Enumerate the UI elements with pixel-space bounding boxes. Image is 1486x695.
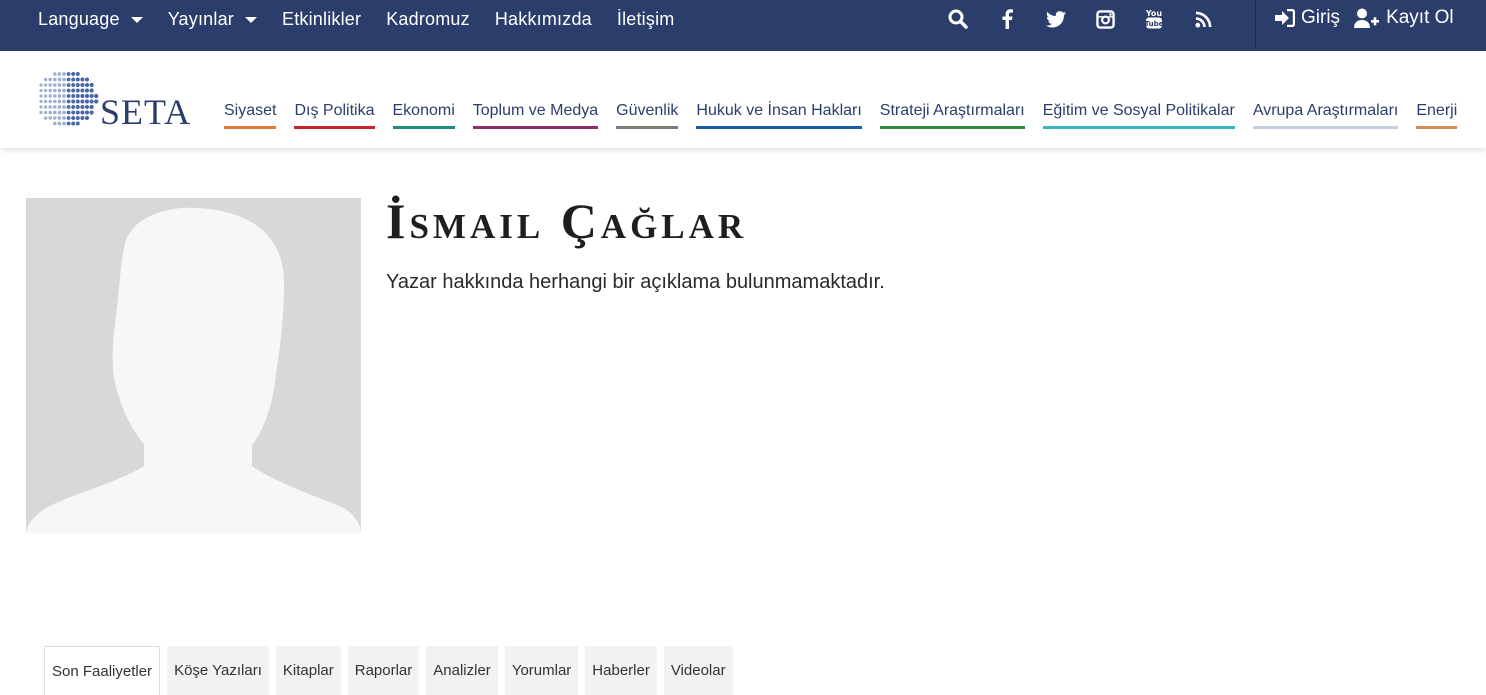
sign-in-icon — [1275, 9, 1295, 27]
category-nav: Siyaset Dış Politika Ekonomi Toplum ve Medy… — [224, 102, 1475, 129]
category-item[interactable]: Dış Politika — [294, 102, 375, 129]
login-label: Giriş — [1301, 7, 1341, 28]
svg-text:You: You — [1145, 9, 1162, 18]
category-item[interactable]: Güvenlik — [616, 102, 679, 129]
category-item[interactable]: Eğitim ve Sosyal Politikalar — [1042, 102, 1235, 129]
facebook-icon[interactable] — [995, 7, 1019, 31]
author-name: İsmail Çağlar — [386, 193, 748, 249]
author-avatar — [26, 198, 361, 533]
category-item[interactable]: Avrupa Araştırmaları — [1252, 102, 1399, 129]
default-avatar-silhouette-icon — [26, 198, 361, 533]
logo-text: SETA — [100, 92, 192, 132]
youtube-icon[interactable]: You Tube — [1142, 7, 1166, 31]
user-plus-icon — [1354, 8, 1380, 28]
nav-yayinlar[interactable]: Yayınlar — [168, 9, 257, 30]
instagram-icon[interactable] — [1093, 7, 1117, 31]
tab-item[interactable]: Analizler — [426, 646, 498, 695]
auth-links: Giriş Kayıt Ol — [1275, 0, 1468, 36]
nav-etkinlikler[interactable]: Etkinlikler — [282, 9, 361, 30]
category-item[interactable]: Ekonomi — [392, 102, 455, 129]
register-link[interactable]: Kayıt Ol — [1354, 7, 1454, 29]
top-bar: Language Yayınlar Etkinlikler Kadromuz H… — [0, 0, 1486, 51]
tab-item[interactable]: Köşe Yazıları — [167, 646, 269, 695]
category-item[interactable]: Hukuk ve İnsan Hakları — [696, 102, 862, 129]
nav-language-label: Language — [38, 8, 120, 29]
caret-down-icon — [130, 17, 143, 23]
category-item[interactable]: Siyaset — [224, 102, 277, 129]
category-item[interactable]: Toplum ve Medya — [472, 102, 599, 129]
category-item[interactable]: Strateji Araştırmaları — [879, 102, 1025, 129]
tab-item[interactable]: Raporlar — [347, 646, 420, 695]
topbar-divider — [1255, 0, 1256, 48]
author-bio: Yazar hakkında herhangi bir açıklama bul… — [386, 271, 885, 293]
social-icons: You Tube — [946, 6, 1240, 32]
tab-item[interactable]: Videolar — [663, 646, 733, 695]
rss-icon[interactable] — [1191, 7, 1215, 31]
register-label: Kayıt Ol — [1386, 7, 1454, 28]
search-icon[interactable] — [946, 7, 970, 31]
nav-hakkimizda[interactable]: Hakkımızda — [495, 9, 592, 30]
tab-item[interactable]: Son Faaliyetler — [44, 646, 161, 695]
nav-language[interactable]: Language — [38, 9, 143, 30]
main-nav: SETA Siyaset Dış Politika Ekonomi Toplum ve… — [0, 51, 1486, 148]
globe-dots-icon — [39, 72, 99, 126]
tab-item[interactable]: Yorumlar — [504, 646, 579, 695]
top-nav: Language Yayınlar Etkinlikler Kadromuz H… — [38, 0, 699, 38]
nav-kadromuz[interactable]: Kadromuz — [386, 9, 470, 30]
tab-item[interactable]: Haberler — [585, 646, 657, 695]
seta-logo[interactable]: SETA — [37, 68, 190, 132]
nav-yayinlar-label: Yayınlar — [167, 8, 234, 29]
twitter-icon[interactable] — [1044, 7, 1068, 31]
tab-item[interactable]: Kitaplar — [275, 646, 341, 695]
author-tabs: Son Faaliyetler Köşe Yazıları Kitaplar Rapo… — [44, 646, 740, 695]
login-link[interactable]: Giriş — [1275, 7, 1340, 29]
caret-down-icon — [244, 17, 257, 23]
category-item[interactable]: Enerji — [1416, 102, 1458, 129]
svg-text:Tube: Tube — [1145, 20, 1163, 28]
nav-iletisim[interactable]: İletişim — [617, 9, 675, 30]
